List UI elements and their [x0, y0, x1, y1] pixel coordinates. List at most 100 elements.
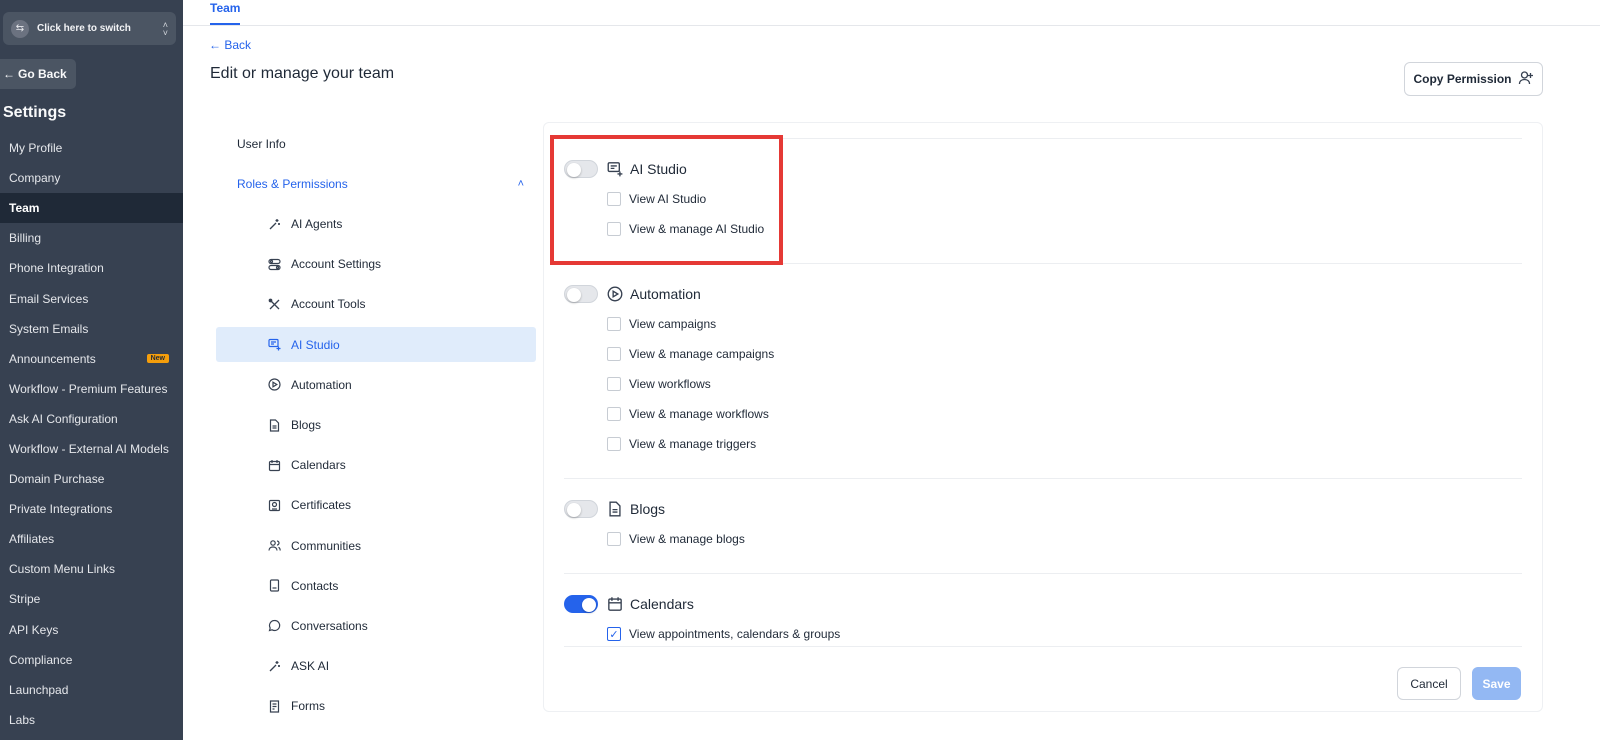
- submenu-item-account-settings[interactable]: Account Settings: [216, 244, 536, 284]
- back-link[interactable]: ← Back: [209, 38, 251, 52]
- new-badge: New: [146, 354, 169, 364]
- section-blogs: Blogs View & manage blogs: [564, 497, 745, 554]
- document-icon: [267, 418, 281, 432]
- permission-label: View workflows: [629, 377, 711, 392]
- sidebar-item-labs[interactable]: Labs: [0, 705, 183, 735]
- tools-icon: [267, 297, 281, 311]
- arrow-left-icon: ←: [209, 38, 225, 52]
- submenu-roles-permissions[interactable]: Roles & Permissions ˄: [216, 164, 536, 204]
- submenu-item-contacts[interactable]: Contacts: [216, 566, 536, 606]
- sidebar-item-compliance[interactable]: Compliance: [0, 645, 183, 675]
- checkbox[interactable]: [607, 347, 621, 362]
- checkbox[interactable]: [607, 407, 621, 422]
- submenu-item-ai-agents[interactable]: AI Agents: [216, 204, 536, 244]
- submenu-item-label: AI Studio: [291, 337, 340, 352]
- sidebar-item-system-emails[interactable]: System Emails: [0, 314, 183, 344]
- copy-permission-button[interactable]: Copy Permission: [1404, 62, 1543, 96]
- submenu-item-forms[interactable]: Forms: [216, 686, 536, 726]
- checkbox[interactable]: [607, 532, 621, 547]
- permission-label: View campaigns: [629, 317, 717, 332]
- highlight-box: [550, 135, 783, 265]
- tab-team[interactable]: Team: [210, 1, 241, 25]
- sidebar-item-company[interactable]: Company: [0, 163, 183, 193]
- chat-bubble-icon: [267, 619, 281, 633]
- sidebar-item-custom-menu-links[interactable]: Custom Menu Links: [0, 554, 183, 584]
- submenu-item-communities[interactable]: Communities: [216, 526, 536, 566]
- sidebar-item-email-services[interactable]: Email Services: [0, 283, 183, 313]
- chevron-updown-icon: ˄ ˅: [162, 19, 168, 38]
- copy-permission-label: Copy Permission: [1413, 72, 1512, 86]
- go-back-label: Go Back: [18, 67, 67, 81]
- checkbox[interactable]: [607, 377, 621, 392]
- submenu-user-info-label: User Info: [237, 137, 286, 151]
- save-button[interactable]: Save: [1472, 667, 1521, 700]
- sidebar-item-billing[interactable]: Billing: [0, 223, 183, 253]
- submenu-item-blogs[interactable]: Blogs: [216, 405, 536, 445]
- calendars-toggle[interactable]: [564, 595, 598, 613]
- switch-icon: ⇆: [11, 19, 29, 38]
- submenu-item-label: Contacts: [291, 578, 339, 593]
- switcher-label: Click here to switch: [37, 23, 131, 34]
- submenu-user-info[interactable]: User Info: [216, 124, 536, 164]
- go-back-button[interactable]: ← Go Back: [0, 59, 76, 89]
- sidebar-item-workflow-external-ai[interactable]: Workflow - External AI Models: [0, 434, 183, 464]
- submenu-item-label: Account Settings: [291, 257, 382, 272]
- blogs-toggle[interactable]: [564, 500, 598, 518]
- page-title: Edit or manage your team: [210, 65, 395, 82]
- submenu-item-label: AI Agents: [291, 217, 343, 232]
- permission-label: View & manage campaigns: [629, 347, 775, 362]
- sidebar-item-label: My Profile: [9, 141, 63, 156]
- sidebar-item-label: Email Services: [9, 291, 89, 306]
- submenu-item-ask-ai[interactable]: ASK AI: [216, 646, 536, 686]
- checkbox[interactable]: [607, 317, 621, 332]
- submenu-item-label: Forms: [291, 699, 325, 714]
- submenu-roles-label: Roles & Permissions: [237, 177, 348, 191]
- sidebar-item-api-keys[interactable]: API Keys: [0, 615, 183, 645]
- permission-label: View & manage workflows: [629, 407, 769, 422]
- sidebar-item-ask-ai-config[interactable]: Ask AI Configuration: [0, 404, 183, 434]
- divider: [564, 573, 1522, 574]
- sidebar-item-label: Phone Integration: [9, 261, 104, 276]
- sidebar-item-domain-purchase[interactable]: Domain Purchase: [0, 464, 183, 494]
- submenu-item-calendars[interactable]: Calendars: [216, 445, 536, 485]
- sidebar-item-phone-integration[interactable]: Phone Integration: [0, 253, 183, 283]
- play-circle-icon: [267, 378, 281, 392]
- section-automation: Automation View campaigns View & manage …: [564, 282, 774, 459]
- top-tabs: Team: [183, 0, 1600, 26]
- account-switcher[interactable]: ⇆ Click here to switch ˄ ˅: [3, 12, 176, 45]
- submenu-item-automation[interactable]: Automation: [216, 365, 536, 405]
- checkbox-checked[interactable]: ✓: [607, 627, 621, 642]
- cancel-button[interactable]: Cancel: [1397, 667, 1461, 700]
- sidebar-item-private-integrations[interactable]: Private Integrations: [0, 494, 183, 524]
- submenu-item-conversations[interactable]: Conversations: [216, 606, 536, 646]
- chevron-up-icon: ˄: [517, 178, 524, 190]
- submenu-item-ai-studio[interactable]: AI Studio: [216, 327, 536, 363]
- sidebar-item-my-profile[interactable]: My Profile: [0, 133, 183, 163]
- submenu-item-label: Conversations: [291, 618, 368, 633]
- permissions-submenu: User Info Roles & Permissions ˄ AI Agents…: [216, 124, 536, 726]
- sidebar-item-label: Launchpad: [9, 682, 69, 697]
- automation-toggle[interactable]: [564, 285, 598, 303]
- submenu-item-label: Communities: [291, 538, 362, 553]
- checkbox[interactable]: [607, 437, 621, 452]
- submenu-item-certificates[interactable]: Certificates: [216, 485, 536, 525]
- section-title: Automation: [630, 286, 701, 302]
- permission-label: View & manage triggers: [629, 437, 757, 452]
- sidebar-item-label: Workflow - External AI Models: [9, 441, 169, 456]
- divider: [564, 646, 1522, 647]
- sidebar-item-team[interactable]: Team: [0, 193, 183, 224]
- sidebar-item-label: API Keys: [9, 622, 59, 637]
- sidebar-item-label: Team: [9, 201, 40, 216]
- sidebar-item-workflow-premium[interactable]: Workflow - Premium Features: [0, 374, 183, 404]
- sidebar-item-launchpad[interactable]: Launchpad: [0, 675, 183, 705]
- sidebar-item-affiliates[interactable]: Affiliates: [0, 524, 183, 554]
- sidebar-item-label: Domain Purchase: [9, 472, 105, 487]
- sidebar-item-stripe[interactable]: Stripe: [0, 584, 183, 614]
- sidebar-item-label: Private Integrations: [9, 502, 113, 517]
- submenu-item-account-tools[interactable]: Account Tools: [216, 284, 536, 324]
- play-circle-icon: [606, 285, 624, 303]
- sidebar-item-label: System Emails: [9, 321, 89, 336]
- sidebar-item-announcements[interactable]: Announcements New: [0, 344, 183, 374]
- sidebar-item-label: Workflow - Premium Features: [9, 381, 168, 396]
- document-icon: [606, 500, 624, 518]
